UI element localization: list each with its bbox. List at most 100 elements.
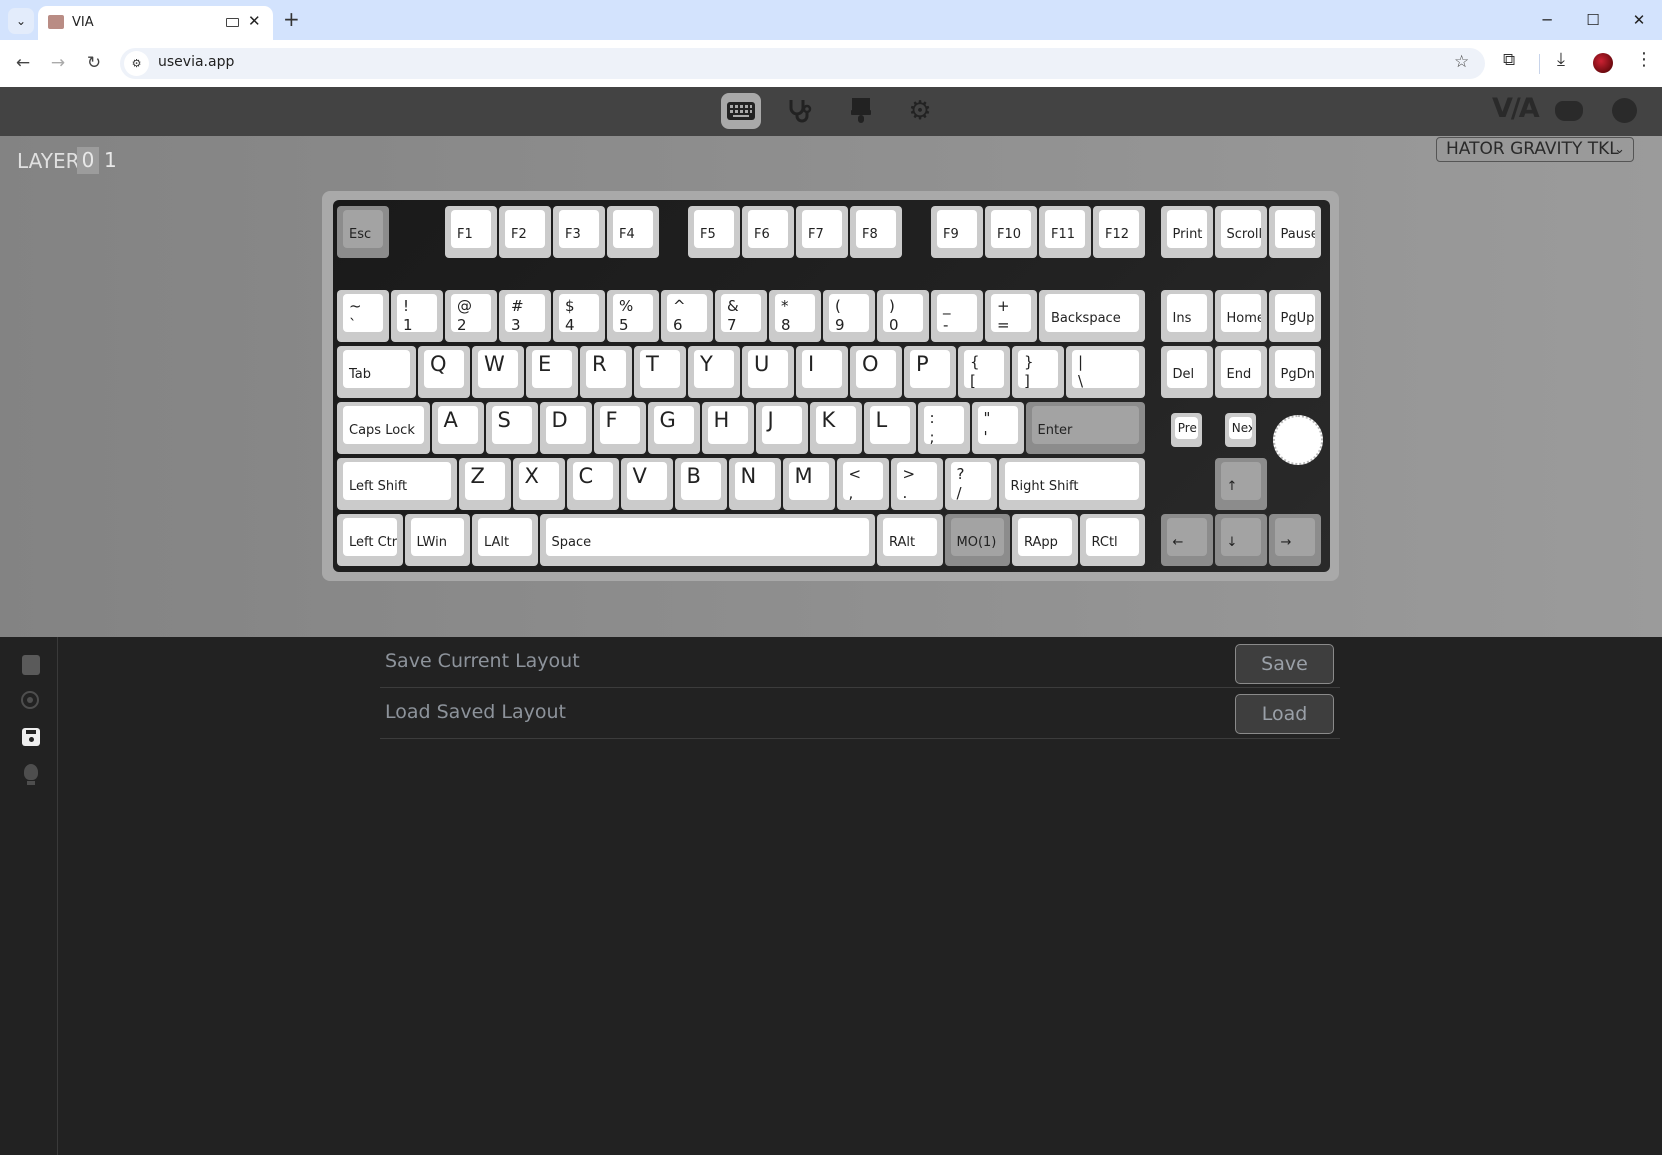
key[interactable]: #3	[499, 290, 551, 342]
profile-avatar[interactable]	[1593, 53, 1613, 73]
key[interactable]: V	[620, 458, 673, 510]
via-logo[interactable]: V/A	[1492, 93, 1540, 124]
key[interactable]: Print	[1160, 206, 1213, 258]
key[interactable]: O	[850, 346, 902, 398]
site-settings-icon[interactable]: ⚙	[124, 51, 149, 76]
key[interactable]: | \	[1066, 346, 1145, 398]
key[interactable]: F12	[1093, 206, 1145, 258]
key[interactable]: }]	[1012, 346, 1064, 398]
key[interactable]: RApp	[1012, 514, 1078, 566]
key[interactable]: B	[674, 458, 727, 510]
key[interactable]: _ -	[931, 290, 983, 342]
key[interactable]: F4	[607, 206, 659, 258]
key[interactable]: Space	[539, 514, 875, 566]
key[interactable]: Backspace	[1039, 290, 1145, 342]
new-tab-button[interactable]: +	[283, 7, 300, 31]
key[interactable]: →	[1268, 514, 1321, 566]
key[interactable]: I	[796, 346, 848, 398]
load-button[interactable]: Load	[1235, 694, 1334, 734]
download-icon[interactable]: ⤓	[1557, 49, 1565, 70]
rotary-knob[interactable]	[1273, 415, 1323, 465]
key[interactable]: ! 1	[391, 290, 443, 342]
github-icon[interactable]	[1612, 98, 1637, 123]
key[interactable]: Ins	[1160, 290, 1213, 342]
forward-icon[interactable]: →	[45, 50, 71, 76]
reload-icon[interactable]: ↻	[81, 50, 107, 76]
tab-search-button[interactable]: ⌄	[8, 8, 34, 34]
close-window-button[interactable]: ✕	[1619, 8, 1659, 32]
circle-dot-icon[interactable]	[19, 689, 43, 713]
key[interactable]: F3	[553, 206, 605, 258]
key[interactable]: E	[526, 346, 578, 398]
key[interactable]: PgUp	[1268, 290, 1321, 342]
key[interactable]: Z	[458, 458, 511, 510]
key[interactable]: Caps Lock	[337, 402, 430, 454]
bookmark-star-icon[interactable]: ☆	[1454, 52, 1469, 72]
key[interactable]: ↑	[1214, 458, 1267, 510]
key[interactable]: A	[431, 402, 484, 454]
book-icon[interactable]	[19, 653, 43, 677]
key[interactable]: L	[863, 402, 916, 454]
configure-tab[interactable]	[721, 93, 761, 129]
key[interactable]: F	[593, 402, 646, 454]
key[interactable]: & 7	[715, 290, 767, 342]
key[interactable]: Pause	[1268, 206, 1321, 258]
key[interactable]: MO(1)	[944, 514, 1010, 566]
maximize-button[interactable]: ☐	[1573, 8, 1613, 32]
key[interactable]: H	[701, 402, 754, 454]
key[interactable]: Left Shift	[337, 458, 457, 510]
key[interactable]: (9	[823, 290, 875, 342]
key[interactable]: F9	[931, 206, 983, 258]
key[interactable]: Tab	[337, 346, 416, 398]
key[interactable]: M	[782, 458, 835, 510]
key[interactable]: J	[755, 402, 808, 454]
key[interactable]: D	[539, 402, 592, 454]
key[interactable]: % 5	[607, 290, 659, 342]
lightbulb-icon[interactable]	[19, 763, 43, 787]
key[interactable]: F10	[985, 206, 1037, 258]
key[interactable]: LAlt	[472, 514, 538, 566]
key[interactable]: C	[566, 458, 619, 510]
key[interactable]: ←	[1160, 514, 1213, 566]
browser-tab[interactable]: VIA ✕	[38, 6, 273, 40]
floppy-save-icon[interactable]	[19, 726, 43, 750]
test-tab[interactable]	[780, 93, 820, 129]
key[interactable]: ~ `	[337, 290, 389, 342]
key[interactable]: Pre	[1170, 413, 1203, 447]
key[interactable]: ^ 6	[661, 290, 713, 342]
key[interactable]: Q	[418, 346, 470, 398]
key[interactable]: + =	[985, 290, 1037, 342]
key[interactable]: * 8	[769, 290, 821, 342]
back-icon[interactable]: ←	[10, 50, 36, 76]
key[interactable]: RCtl	[1079, 514, 1145, 566]
address-bar[interactable]: ⚙ usevia.app ☆	[120, 48, 1485, 79]
key[interactable]: F2	[499, 206, 551, 258]
extensions-icon[interactable]: ⧉	[1503, 50, 1515, 70]
key[interactable]: F1	[445, 206, 497, 258]
key[interactable]: ↓	[1214, 514, 1267, 566]
key[interactable]: N	[728, 458, 781, 510]
key[interactable]: Home	[1214, 290, 1267, 342]
discord-icon[interactable]	[1555, 101, 1583, 121]
key[interactable]: Right Shift	[998, 458, 1145, 510]
key[interactable]: >.	[890, 458, 943, 510]
key[interactable]: RAlt	[877, 514, 943, 566]
key[interactable]: W	[472, 346, 524, 398]
key[interactable]: Enter	[1025, 402, 1145, 454]
key[interactable]: PgDn	[1268, 346, 1321, 398]
tab-close-icon[interactable]: ✕	[248, 12, 261, 30]
key[interactable]: Y	[688, 346, 740, 398]
layer-1-button[interactable]: 1	[104, 147, 117, 174]
key[interactable]: ? /	[944, 458, 997, 510]
key[interactable]: Nex	[1224, 413, 1257, 447]
key[interactable]: F5	[688, 206, 740, 258]
key[interactable]: T	[634, 346, 686, 398]
chrome-menu-icon[interactable]: ⋮	[1635, 49, 1653, 70]
key[interactable]: Esc	[337, 206, 389, 258]
key[interactable]: G	[647, 402, 700, 454]
key[interactable]: X	[512, 458, 565, 510]
key[interactable]: Left Ctrl	[337, 514, 403, 566]
key[interactable]: Del	[1160, 346, 1213, 398]
key[interactable]: P	[904, 346, 956, 398]
key[interactable]: K	[809, 402, 862, 454]
